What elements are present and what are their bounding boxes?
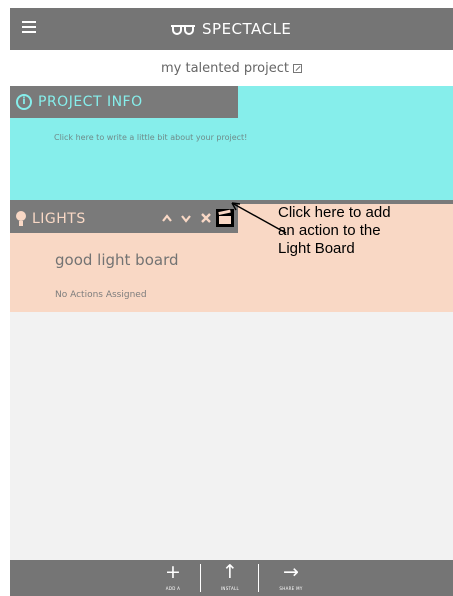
glasses-icon xyxy=(171,25,195,35)
actions-status: No Actions Assigned xyxy=(55,290,147,300)
annotation-line: Light Board xyxy=(278,240,355,257)
share-button[interactable]: → SHARE MY xyxy=(265,560,317,596)
lights-title: LIGHTS xyxy=(32,210,86,227)
chevron-up-icon[interactable] xyxy=(160,204,174,233)
chevron-down-icon[interactable] xyxy=(179,204,193,233)
arrow-up-icon: ↑ xyxy=(222,561,238,583)
arrow-right-icon: → xyxy=(283,561,299,583)
brand-name: SPECTACLE xyxy=(202,20,292,38)
annotation-line: Click here to add xyxy=(278,204,391,221)
close-icon[interactable] xyxy=(199,204,213,233)
project-info-title: PROJECT INFO xyxy=(38,94,143,110)
install-label: INSTALL xyxy=(220,586,240,591)
lightbulb-icon xyxy=(16,210,26,227)
add-label: ADD A xyxy=(165,586,181,591)
project-info-header: i PROJECT INFO xyxy=(10,86,238,118)
annotation-line: an action to the xyxy=(278,222,381,239)
project-title-row: my talented project xyxy=(10,50,453,86)
divider xyxy=(200,564,201,592)
install-button[interactable]: ↑ INSTALL xyxy=(204,560,256,596)
divider xyxy=(258,564,259,592)
add-button[interactable]: + ADD A xyxy=(147,560,199,596)
project-description[interactable]: Click here to write a little bit about y… xyxy=(54,133,247,142)
info-icon: i xyxy=(16,94,32,110)
hamburger-icon[interactable] xyxy=(22,21,36,33)
plus-icon: + xyxy=(165,561,181,583)
share-label: SHARE MY xyxy=(279,586,303,591)
top-bar: SPECTACLE xyxy=(10,8,453,50)
project-title[interactable]: my talented project xyxy=(161,61,289,76)
project-info-section: i PROJECT INFO Click here to write a lit… xyxy=(10,86,453,200)
annotation-callout: Click here to add an action to the Light… xyxy=(278,204,448,258)
light-board-name[interactable]: good light board xyxy=(55,251,179,269)
edit-icon[interactable] xyxy=(293,63,302,73)
app-frame: SPECTACLE my talented project i PROJECT … xyxy=(10,8,453,596)
lights-header: LIGHTS xyxy=(10,204,238,233)
bottom-bar: + ADD A ↑ INSTALL → SHARE MY xyxy=(10,560,453,596)
brand: SPECTACLE xyxy=(170,19,291,39)
